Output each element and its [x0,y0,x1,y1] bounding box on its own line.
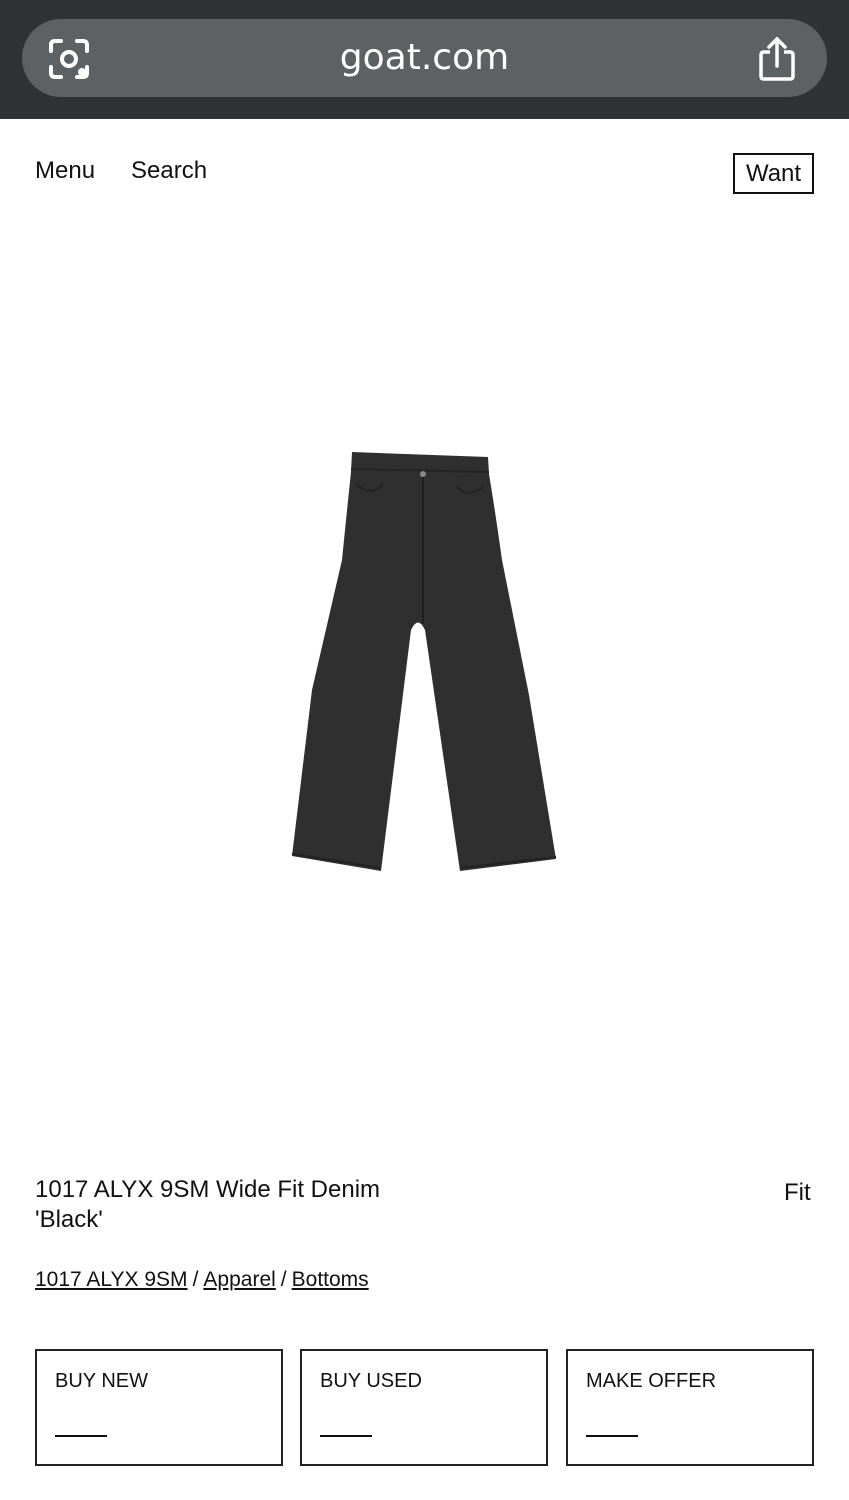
buy-used-price-placeholder [320,1435,372,1437]
search-link[interactable]: Search [131,156,207,186]
share-icon[interactable] [756,36,798,82]
black-wide-fit-jeans-image [291,452,557,871]
product-image[interactable] [0,220,849,1150]
fit-link[interactable]: Fit [784,1178,811,1208]
buy-used-button[interactable]: BUY USED [300,1349,548,1466]
buy-new-price-placeholder [55,1435,107,1437]
breadcrumb-bottoms[interactable]: Bottoms [292,1268,369,1291]
breadcrumb-apparel[interactable]: Apparel [203,1268,275,1291]
product-title: 1017 ALYX 9SM Wide Fit Denim 'Black' [35,1176,381,1233]
browser-toolbar: goat.com [0,0,849,119]
breadcrumb-separator: / [192,1268,199,1291]
url-text[interactable]: goat.com [0,36,849,80]
make-offer-label: MAKE OFFER [586,1370,717,1392]
buy-new-button[interactable]: BUY NEW [35,1349,283,1466]
buy-used-label: BUY USED [320,1370,422,1392]
menu-link[interactable]: Menu [35,156,95,186]
buy-new-label: BUY NEW [55,1370,148,1392]
make-offer-price-placeholder [586,1435,638,1437]
want-button[interactable]: Want [733,153,814,194]
breadcrumb-separator: / [280,1268,287,1291]
breadcrumb-brand[interactable]: 1017 ALYX 9SM [35,1268,188,1291]
make-offer-button[interactable]: MAKE OFFER [566,1349,814,1466]
breadcrumb: 1017 ALYX 9SM / Apparel / Bottoms [35,1266,369,1294]
